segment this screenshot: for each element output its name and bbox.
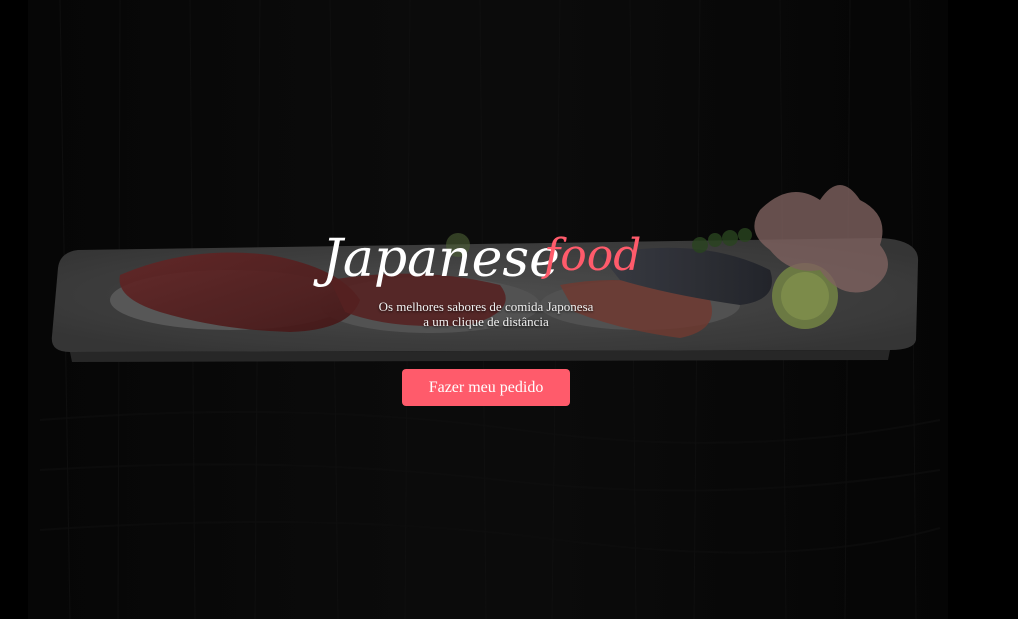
hero-tagline: Os melhores sabores de comida Japonesa a…	[336, 299, 636, 329]
brand-logo: Japanese food	[313, 212, 654, 296]
hero-section: Japanese food Os melhores sabores de com…	[0, 0, 1018, 619]
hero-content: Japanese food Os melhores sabores de com…	[0, 0, 1018, 619]
tagline-line-1: Os melhores sabores de comida Japonesa	[378, 299, 594, 314]
brand-logo-wordmark: Japanese food	[313, 229, 641, 289]
brand-word-main: Japanese	[313, 229, 560, 289]
order-button[interactable]: Fazer meu pedido	[402, 369, 570, 406]
tagline-line-2: a um clique de distância	[423, 314, 549, 329]
brand-word-accent: food	[541, 230, 641, 281]
